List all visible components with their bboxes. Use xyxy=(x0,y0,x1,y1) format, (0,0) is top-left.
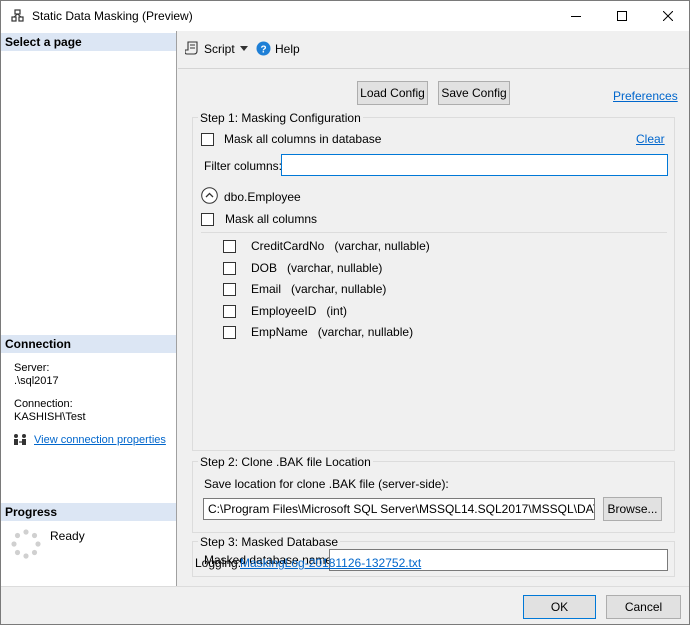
step3-title: Step 3: Masked Database xyxy=(198,535,341,549)
svg-text:?: ? xyxy=(260,45,266,56)
close-button[interactable] xyxy=(645,1,690,31)
step1-group: Step 1: Masking Configuration Mask all c… xyxy=(192,111,675,451)
sidebar: Select a page Connection Server: .\sql20… xyxy=(1,31,177,586)
script-button[interactable]: Script xyxy=(204,42,235,56)
step1-title: Step 1: Masking Configuration xyxy=(198,111,363,125)
mask-all-db-checkbox[interactable] xyxy=(201,133,214,146)
column-name: EmpName (varchar, nullable) xyxy=(251,325,414,339)
connection-header: Connection xyxy=(1,335,176,353)
static-data-masking-dialog: Static Data Masking (Preview) Select a p… xyxy=(0,0,690,625)
server-value: .\sql2017 xyxy=(14,375,59,387)
cancel-button[interactable]: Cancel xyxy=(606,595,681,619)
dropdown-arrow-icon[interactable] xyxy=(240,46,248,51)
mask-all-columns-checkbox[interactable] xyxy=(201,213,214,226)
progress-status: Ready xyxy=(50,529,85,543)
column-checkbox-dob[interactable] xyxy=(223,262,236,275)
select-page-header: Select a page xyxy=(1,33,176,51)
table-name: dbo.Employee xyxy=(224,190,301,204)
window-title: Static Data Masking (Preview) xyxy=(32,9,193,23)
filter-columns-input[interactable] xyxy=(281,154,668,176)
logging-file-link[interactable]: MaskingLog-20181126-132752.txt xyxy=(240,556,421,570)
title-bar: Static Data Masking (Preview) xyxy=(1,1,689,31)
separator xyxy=(201,232,667,233)
main-panel: Script ? Help Load Config Save Config Pr… xyxy=(178,31,689,586)
mask-all-columns-label: Mask all columns xyxy=(225,212,318,226)
help-button[interactable]: Help xyxy=(275,42,300,56)
column-checkbox-email[interactable] xyxy=(223,283,236,296)
minimize-icon xyxy=(571,16,581,17)
column-name: EmployeeID (int) xyxy=(251,304,348,318)
filter-columns-label: Filter columns: xyxy=(204,159,283,173)
column-checkbox-creditcardno[interactable] xyxy=(223,240,236,253)
maximize-button[interactable] xyxy=(599,1,645,31)
column-name: CreditCardNo (varchar, nullable) xyxy=(251,239,430,253)
clear-link[interactable]: Clear xyxy=(636,132,665,146)
logging-label: Logging: xyxy=(195,556,242,570)
spinner-icon xyxy=(11,529,41,559)
ok-button[interactable]: OK xyxy=(523,595,596,619)
help-icon: ? xyxy=(256,41,271,56)
maximize-icon xyxy=(617,11,627,21)
column-checkbox-empname[interactable] xyxy=(223,326,236,339)
mask-all-db-label: Mask all columns in database xyxy=(224,132,382,146)
connection-icon xyxy=(14,434,26,445)
close-icon xyxy=(663,11,673,21)
save-location-label: Save location for clone .BAK file (serve… xyxy=(204,477,449,491)
save-config-button[interactable]: Save Config xyxy=(438,81,510,105)
footer: OK Cancel xyxy=(1,586,689,624)
connection-label: Connection: xyxy=(14,398,73,410)
server-label: Server: xyxy=(14,362,50,374)
minimize-button[interactable] xyxy=(553,1,599,31)
connection-value: KASHISH\Test xyxy=(14,411,86,423)
bak-path-input[interactable]: C:\Program Files\Microsoft SQL Server\MS… xyxy=(203,498,595,520)
script-icon xyxy=(185,41,198,55)
mask-app-icon xyxy=(11,9,24,22)
view-connection-properties-link[interactable]: View connection properties xyxy=(34,434,166,447)
column-checkbox-employeeid[interactable] xyxy=(223,305,236,318)
content-area: Load Config Save Config Preferences Step… xyxy=(178,70,689,586)
load-config-button[interactable]: Load Config xyxy=(357,81,428,105)
step2-group: Step 2: Clone .BAK file Location Save lo… xyxy=(192,455,675,533)
preferences-link[interactable]: Preferences xyxy=(613,89,678,103)
progress-header: Progress xyxy=(1,503,176,521)
column-name: DOB (varchar, nullable) xyxy=(251,261,383,275)
toolbar: Script ? Help xyxy=(178,31,689,69)
column-name: Email (varchar, nullable) xyxy=(251,282,387,296)
browse-button[interactable]: Browse... xyxy=(603,497,662,521)
step2-title: Step 2: Clone .BAK file Location xyxy=(198,455,373,469)
collapse-icon[interactable] xyxy=(201,187,218,204)
